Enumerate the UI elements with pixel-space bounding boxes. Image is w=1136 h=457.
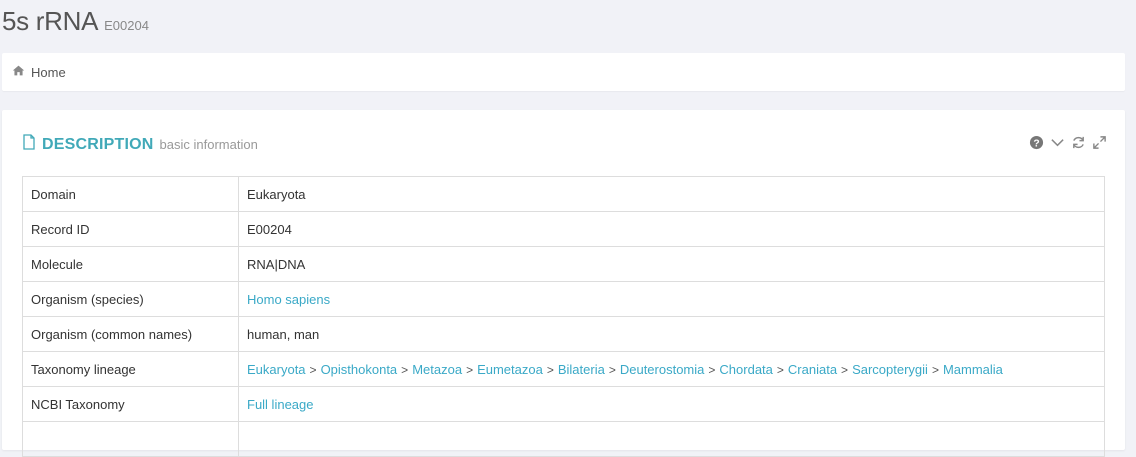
panel-title: DESCRIPTION [42,135,154,153]
page-record-id: E00204 [104,18,149,33]
row-value-cell: Full lineage [238,386,1105,422]
table-row-common-names: Organism (common names) human, man [22,316,1105,352]
species-link[interactable]: Homo sapiens [247,292,330,307]
panel-header: DESCRIPTION basic information ? [22,134,1107,155]
lineage-separator-icon: > [401,362,409,377]
lineage-link[interactable]: Eumetazoa [477,362,543,377]
home-icon [12,64,31,80]
table-row-ncbi: NCBI Taxonomy Full lineage [22,386,1105,422]
row-value [238,421,1105,457]
lineage-separator-icon: > [546,362,554,377]
breadcrumb-home-label: Home [31,64,66,80]
lineage-cell: Eukaryota > Opisthokonta > Metazoa > Eumetazoa… [238,351,1105,387]
row-key: NCBI Taxonomy [22,386,239,422]
table-row-domain: Domain Eukaryota [22,176,1105,212]
description-table: Domain Eukaryota Record ID E00204 Molecu… [22,176,1105,457]
lineage-link[interactable]: Mammalia [943,362,1003,377]
panel-subtitle: basic information [159,137,258,152]
chevron-down-icon[interactable] [1050,135,1065,155]
lineage-link[interactable]: Bilateria [558,362,605,377]
row-key: Domain [22,176,239,212]
lineage-link[interactable]: Eukaryota [247,362,306,377]
lineage-link[interactable]: Opisthokonta [321,362,398,377]
row-value: human, man [238,316,1105,352]
help-icon[interactable]: ? [1029,135,1044,155]
svg-text:?: ? [1033,138,1039,149]
lineage-separator-icon: > [931,362,939,377]
full-lineage-link[interactable]: Full lineage [247,397,314,412]
lineage-link[interactable]: Sarcopterygii [852,362,928,377]
page-header: 5s rRNA E00204 [2,6,149,37]
lineage-link[interactable]: Craniata [788,362,837,377]
breadcrumb-home[interactable]: Home [12,64,66,80]
page-title: 5s rRNA [2,6,99,36]
row-value: RNA|DNA [238,246,1105,282]
row-key: Molecule [22,246,239,282]
lineage-separator-icon: > [466,362,474,377]
table-row-lineage: Taxonomy lineage Eukaryota > Opisthokonta >… [22,351,1105,387]
row-key: Organism (common names) [22,316,239,352]
row-value-cell: Homo sapiens [238,281,1105,317]
lineage-separator-icon: > [776,362,784,377]
lineage-separator-icon: > [309,362,317,377]
row-key [22,421,239,457]
refresh-icon[interactable] [1071,135,1086,155]
row-key: Taxonomy lineage [22,351,239,387]
row-key: Record ID [22,211,239,247]
table-row-species: Organism (species) Homo sapiens [22,281,1105,317]
lineage-link[interactable]: Deuterostomia [620,362,705,377]
lineage-separator-icon: > [841,362,849,377]
lineage-link[interactable]: Metazoa [412,362,462,377]
breadcrumb: Home [2,53,1125,91]
description-panel: DESCRIPTION basic information ? Domain E… [2,110,1125,457]
row-key: Organism (species) [22,281,239,317]
table-row [22,421,1105,457]
table-row-record-id: Record ID E00204 [22,211,1105,247]
row-value: Eukaryota [238,176,1105,212]
file-icon [22,134,42,155]
table-row-molecule: Molecule RNA|DNA [22,246,1105,282]
expand-icon[interactable] [1092,135,1107,155]
panel-tools: ? [1029,135,1107,155]
lineage-separator-icon: > [708,362,716,377]
lineage-separator-icon: > [608,362,616,377]
lineage-link[interactable]: Chordata [719,362,772,377]
row-value: E00204 [238,211,1105,247]
